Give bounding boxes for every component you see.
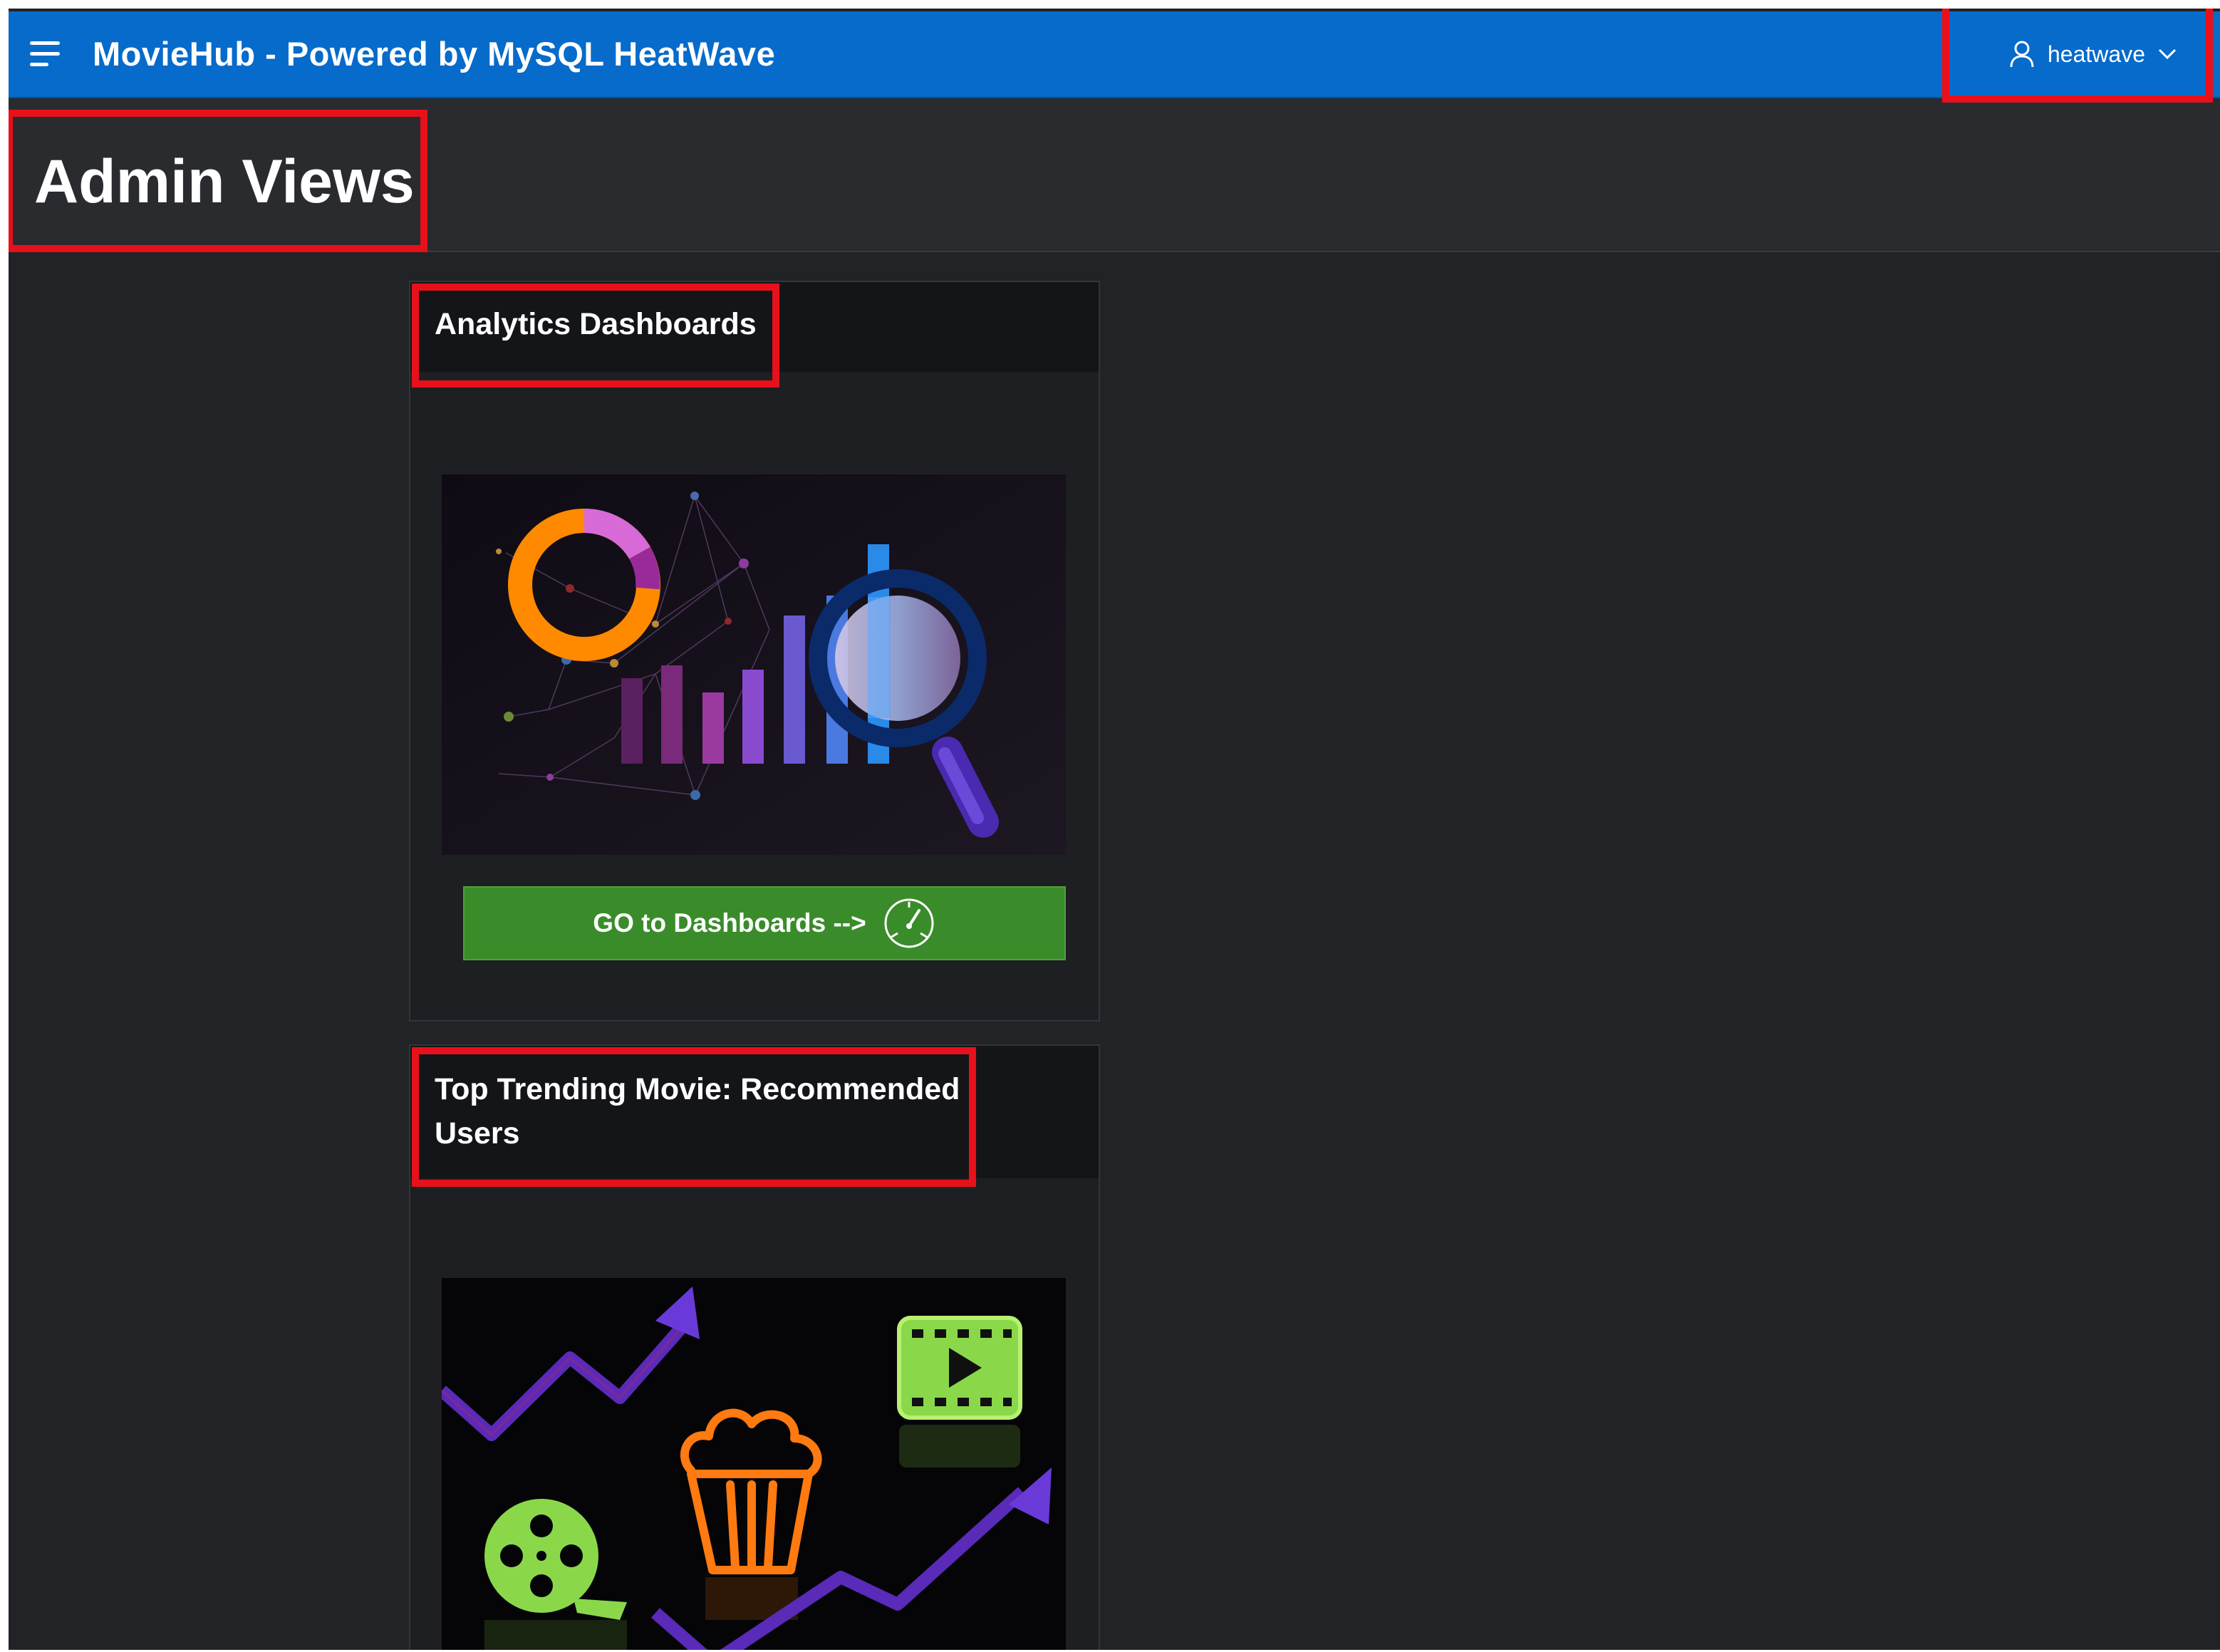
- top-trending-movie-card: Top Trending Movie: Recommended Users: [409, 1044, 1100, 1650]
- card-title: Top Trending Movie: Recommended Users: [435, 1072, 960, 1150]
- menu-icon[interactable]: [30, 40, 64, 68]
- app-title[interactable]: MovieHub - Powered by MySQL HeatWave: [93, 34, 775, 73]
- username-label: heatwave: [2048, 41, 2145, 67]
- card-header: Analytics Dashboards: [410, 282, 1099, 372]
- analytics-dashboard-illustration: [442, 474, 1066, 855]
- go-to-dashboards-label: GO to Dashboards -->: [593, 908, 866, 937]
- card-title: Analytics Dashboards: [435, 307, 757, 341]
- card-header: Top Trending Movie: Recommended Users: [410, 1046, 1099, 1178]
- user-menu-button[interactable]: heatwave: [2009, 31, 2177, 77]
- page-title: Admin Views: [34, 147, 415, 216]
- chevron-down-icon: [2158, 48, 2177, 60]
- go-to-dashboards-button[interactable]: GO to Dashboards -->: [463, 886, 1066, 960]
- trending-movies-illustration: [442, 1278, 1066, 1650]
- app-shell: MovieHub - Powered by MySQL HeatWave hea…: [9, 9, 2220, 1650]
- analytics-dashboards-card: Analytics Dashboards GO to Dashboards --…: [409, 281, 1100, 1022]
- user-icon: [2010, 41, 2034, 68]
- top-navigation-bar: MovieHub - Powered by MySQL HeatWave hea…: [9, 11, 2220, 98]
- speedometer-icon: [884, 898, 934, 948]
- page-title-region: Admin Views: [9, 98, 2220, 252]
